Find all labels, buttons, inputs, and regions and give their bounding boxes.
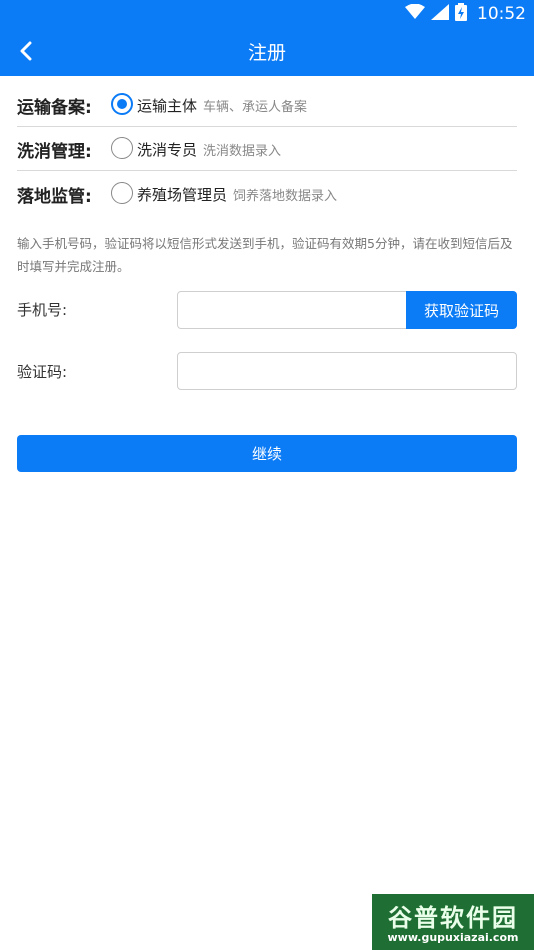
role-name: 运输主体 — [137, 97, 198, 115]
role-desc: 车辆、承运人备案 — [203, 100, 308, 115]
role-label: 运输备案: — [17, 98, 92, 118]
watermark-logo: 谷普软件园 www.gupuxiazai.com — [372, 894, 534, 950]
role-label: 洗消管理: — [17, 142, 92, 162]
status-bar: 10:52 — [0, 0, 534, 27]
role-desc: 饲养落地数据录入 — [233, 189, 338, 204]
continue-button[interactable]: 继续 — [17, 435, 517, 472]
sms-hint-text: 输入手机号码，验证码将以短信形式发送到手机，验证码有效期5分钟，请在收到短信后及… — [17, 236, 513, 274]
role-label: 落地监管: — [17, 187, 92, 207]
role-option[interactable]: 运输主体 车辆、承运人备案 — [137, 95, 307, 116]
status-icons: 10:52 — [405, 3, 526, 25]
phone-input[interactable] — [177, 291, 407, 329]
watermark-title: 谷普软件园 — [388, 904, 518, 932]
role-option[interactable]: 养殖场管理员 饲养落地数据录入 — [137, 184, 337, 205]
phone-label: 手机号: — [17, 301, 68, 319]
role-option[interactable]: 洗消专员 洗消数据录入 — [137, 139, 281, 160]
code-label: 验证码: — [17, 363, 68, 381]
verification-code-input[interactable] — [177, 352, 517, 390]
wifi-icon — [405, 3, 425, 24]
radio-disinfection[interactable] — [111, 137, 133, 159]
radio-farm[interactable] — [111, 182, 133, 204]
signal-icon — [431, 4, 449, 24]
battery-icon — [455, 3, 467, 25]
role-name: 洗消专员 — [137, 141, 198, 159]
app-bar: 注册 — [0, 27, 534, 76]
role-desc: 洗消数据录入 — [203, 144, 282, 159]
page-title: 注册 — [247, 42, 286, 64]
role-row-disinfection[interactable]: 洗消管理: 洗消专员 洗消数据录入 — [17, 127, 517, 171]
role-row-transport[interactable]: 运输备案: 运输主体 车辆、承运人备案 — [17, 83, 517, 127]
radio-transport[interactable] — [111, 93, 133, 115]
role-name: 养殖场管理员 — [137, 186, 228, 204]
watermark-url: www.gupuxiazai.com — [387, 931, 519, 944]
role-row-farm[interactable]: 落地监管: 养殖场管理员 饲养落地数据录入 — [17, 172, 517, 216]
get-code-button[interactable]: 获取验证码 — [406, 291, 517, 329]
status-time: 10:52 — [477, 4, 526, 24]
